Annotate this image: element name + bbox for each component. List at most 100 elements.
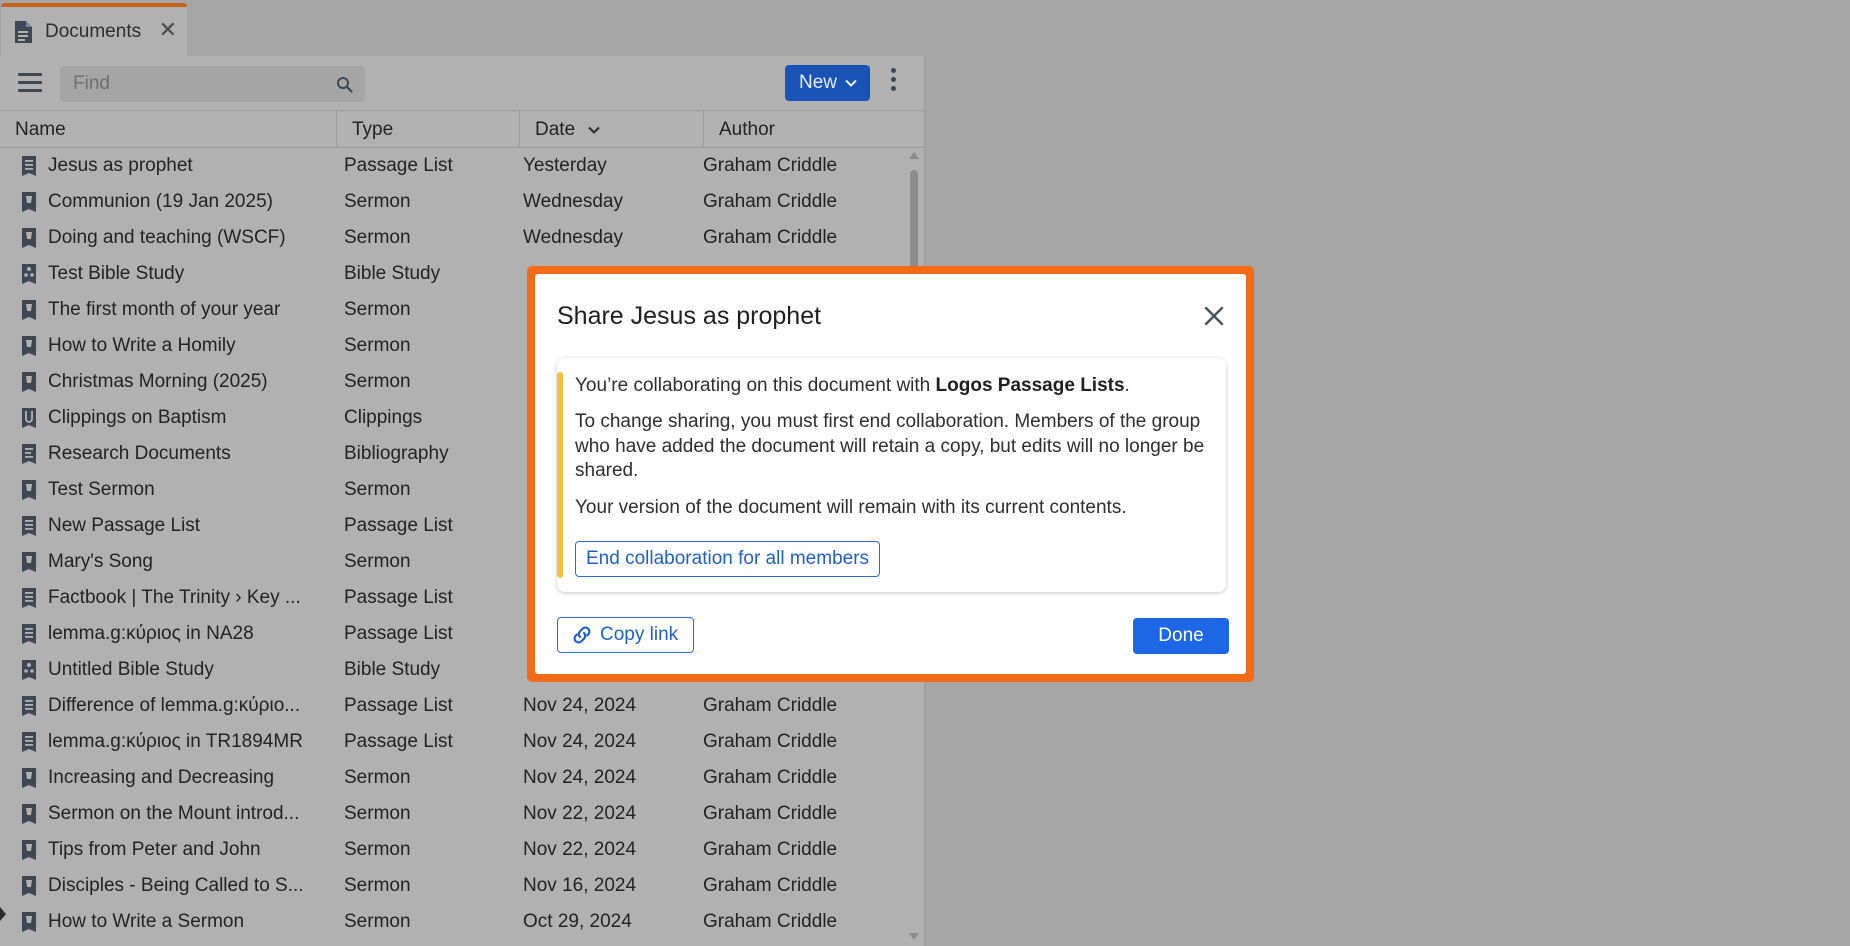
document-type: Sermon	[344, 839, 411, 860]
document-date: Nov 24, 2024	[523, 767, 637, 788]
document-row[interactable]: Difference of lemma.g:κύριο... Passage Li…	[0, 688, 905, 724]
document-author: Graham Criddle	[703, 227, 838, 248]
tab-label: Documents	[45, 20, 142, 42]
passage-list-icon	[22, 156, 36, 176]
document-row[interactable]: Communion (19 Jan 2025) Sermon Wednesday Gr…	[0, 184, 905, 220]
sermon-icon	[22, 192, 36, 212]
search-icon[interactable]	[336, 76, 353, 93]
document-name: How to Write a Sermon	[48, 911, 245, 932]
document-date: Yesterday	[523, 155, 607, 176]
document-name: Sermon on the Mount introd...	[48, 803, 300, 824]
document-name: Difference of lemma.g:κύριο...	[48, 695, 301, 716]
sermon-icon	[22, 480, 36, 500]
document-name: Communion (19 Jan 2025)	[48, 191, 273, 212]
bible-study-icon	[22, 660, 36, 680]
document-author: Graham Criddle	[703, 191, 838, 212]
link-icon	[573, 626, 591, 644]
document-author: Graham Criddle	[703, 875, 838, 896]
document-row[interactable]: Disciples - Being Called to S... Sermon No…	[0, 868, 905, 904]
document-row[interactable]: Sermon on the Mount introd... Sermon Nov 2…	[0, 796, 905, 832]
document-type: Passage List	[344, 695, 453, 716]
document-author: Graham Criddle	[703, 911, 838, 932]
document-author: Graham Criddle	[703, 695, 838, 716]
document-row[interactable]: Doing and teaching (WSCF) Sermon Wednesday…	[0, 220, 905, 256]
share-dialog: Share Jesus as prophet You’re collaborat…	[535, 274, 1246, 674]
menu-icon[interactable]	[18, 73, 42, 93]
sermon-icon	[22, 552, 36, 572]
document-date: Oct 29, 2024	[523, 911, 632, 932]
document-type: Passage List	[344, 623, 453, 644]
document-name: Clippings on Baptism	[48, 407, 227, 428]
document-type: Bible Study	[344, 263, 441, 284]
notice-version-text: Your version of the document will remain…	[575, 497, 1127, 518]
scroll-down-icon[interactable]	[909, 933, 919, 940]
document-author: Graham Criddle	[703, 767, 838, 788]
document-name: lemma.g:κύριος in NA28	[48, 623, 254, 644]
document-icon	[15, 20, 32, 43]
copy-link-button[interactable]: Copy link	[557, 617, 694, 653]
done-button[interactable]: Done	[1133, 618, 1229, 654]
document-row[interactable]: lemma.g:κύριος in TR1894MR Passage List No…	[0, 724, 905, 760]
sermon-icon	[22, 372, 36, 392]
document-name: The first month of your year	[48, 299, 281, 320]
document-type: Bibliography	[344, 443, 449, 464]
close-icon[interactable]	[1203, 305, 1225, 327]
document-row[interactable]: Increasing and Decreasing Sermon Nov 24, 2…	[0, 760, 905, 796]
passage-list-icon	[22, 624, 36, 644]
document-name: Untitled Bible Study	[48, 659, 214, 680]
share-dialog-highlight: Share Jesus as prophet You’re collaborat…	[527, 266, 1254, 682]
more-options-icon[interactable]	[888, 68, 898, 98]
document-row[interactable]: Tips from Peter and John Sermon Nov 22, 20…	[0, 832, 905, 868]
notice-text-prefix: You’re collaborating on this document wi…	[575, 375, 936, 396]
document-type: Sermon	[344, 227, 411, 248]
document-name: Christmas Morning (2025)	[48, 371, 268, 392]
document-name: lemma.g:κύριος in TR1894MR	[48, 731, 303, 752]
copy-link-label: Copy link	[600, 624, 679, 645]
end-collaboration-button[interactable]: End collaboration for all members	[575, 541, 881, 577]
document-type: Sermon	[344, 803, 411, 824]
new-button[interactable]: New	[785, 65, 870, 101]
document-name: Research Documents	[48, 443, 231, 464]
column-header-name[interactable]: Name	[0, 111, 337, 148]
bibliography-icon	[22, 444, 36, 464]
document-type: Passage List	[344, 515, 453, 536]
cursor-icon	[0, 907, 6, 921]
document-name: Factbook | The Trinity › Key ...	[48, 587, 301, 608]
tab-documents[interactable]: Documents ✕	[1, 3, 187, 56]
document-type: Sermon	[344, 371, 411, 392]
sermon-icon	[22, 912, 36, 932]
document-date: Wednesday	[523, 227, 623, 248]
document-row[interactable]: Jesus as prophet Passage List Yesterday Gra…	[0, 148, 905, 184]
document-date: Nov 22, 2024	[523, 839, 637, 860]
sermon-icon	[22, 336, 36, 356]
document-name: Mary's Song	[48, 551, 154, 572]
toolbar: New	[0, 56, 925, 111]
document-row[interactable]: How to Write a Sermon Sermon Oct 29, 2024 G…	[0, 904, 905, 940]
sermon-icon	[22, 228, 36, 248]
close-icon[interactable]: ✕	[159, 19, 177, 41]
column-header-type[interactable]: Type	[337, 111, 520, 148]
passage-list-icon	[22, 696, 36, 716]
find-input[interactable]	[73, 73, 313, 95]
notice-change-sharing-text: To change sharing, you must first end co…	[575, 411, 1205, 481]
sermon-icon	[22, 300, 36, 320]
new-button-label: New	[799, 72, 838, 93]
notice-collaboration-text: You’re collaborating on this document wi…	[575, 374, 1215, 399]
document-date: Nov 16, 2024	[523, 875, 637, 896]
sermon-icon	[22, 840, 36, 860]
find-box[interactable]	[60, 66, 365, 102]
collaboration-notice: You’re collaborating on this document wi…	[557, 358, 1226, 592]
document-author: Graham Criddle	[703, 839, 838, 860]
document-type: Sermon	[344, 191, 411, 212]
tab-strip: Documents ✕	[0, 0, 925, 56]
column-header-author[interactable]: Author	[704, 111, 925, 148]
document-name: Increasing and Decreasing	[48, 767, 275, 788]
scroll-up-icon[interactable]	[909, 152, 919, 159]
collaboration-group-name: Logos Passage Lists	[935, 375, 1125, 396]
column-header-date[interactable]: Date	[520, 111, 704, 148]
passage-list-icon	[22, 588, 36, 608]
document-name: Test Sermon	[48, 479, 155, 500]
notice-stripe	[557, 372, 563, 578]
document-type: Bible Study	[344, 659, 441, 680]
document-type: Passage List	[344, 155, 453, 176]
